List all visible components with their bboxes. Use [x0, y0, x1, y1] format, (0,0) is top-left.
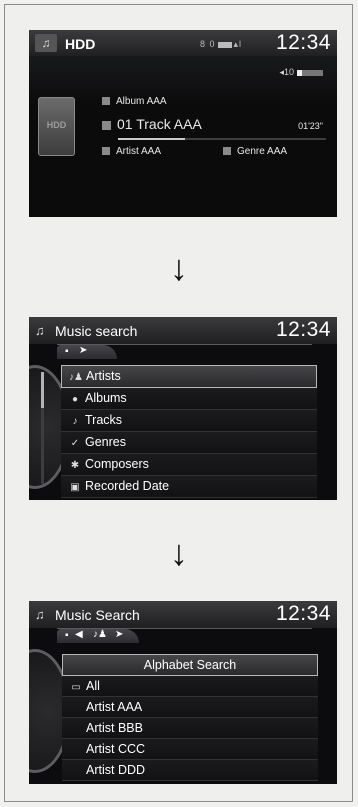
- list-item-label: Alphabet Search: [143, 658, 237, 672]
- track-line: 01 Track AAA: [102, 116, 202, 132]
- hdd-icon: HDD: [38, 97, 75, 156]
- hdd-small-icon: ▪: [65, 346, 69, 357]
- list-item-label: Composers: [85, 457, 149, 471]
- album-line: Album AAA: [102, 96, 167, 107]
- list-item-label: Recorded Date: [85, 479, 170, 493]
- track-progress-fill: [118, 138, 185, 140]
- battery-icon: [217, 41, 232, 48]
- now-playing-screen: ♫ HDD 8 0 ▴l 12:34 ◂10 HDD Album AAA 01 T…: [29, 30, 337, 217]
- all-icon: ▭: [71, 682, 81, 693]
- artist-list: Alphabet Search ▭ All Artist AAA Artist B…: [62, 654, 318, 781]
- list-item-artists[interactable]: ♪♟ Artists: [61, 365, 317, 388]
- list-item-label: Artist DDD: [86, 763, 146, 777]
- tab-hdd[interactable]: ▪ ➤: [57, 345, 117, 359]
- list-item-composers[interactable]: ✱ Composers: [61, 454, 317, 476]
- scrollbar-thumb[interactable]: [41, 372, 44, 408]
- screen-title: Music search: [55, 323, 138, 339]
- artist-search-screen: ♫ Music Search 12:34 ▪ ◀ ♪♟ ➤ Alphabet S…: [29, 601, 337, 784]
- clock: 12:34: [275, 318, 331, 341]
- list-item-all[interactable]: ▭ All: [62, 676, 318, 697]
- artist-icon: ♪♟: [93, 629, 107, 640]
- artist-icon: [102, 147, 110, 156]
- elapsed-time: 01'23": [298, 121, 323, 131]
- music-note-icon: ♫: [35, 34, 57, 52]
- music-note-icon: ♫: [35, 607, 45, 622]
- artist-line: Artist AAA: [102, 146, 161, 157]
- source-title: HDD: [65, 36, 96, 52]
- list-item-label: Artist BBB: [86, 721, 143, 735]
- list-item-artist[interactable]: Artist DDD: [62, 760, 318, 781]
- music-note-icon: ♪: [72, 416, 78, 427]
- volume-level: 10: [283, 67, 294, 77]
- breadcrumb-tabs: ▪ ◀ ♪♟ ➤: [57, 628, 312, 643]
- screen-title: Music Search: [55, 607, 140, 623]
- clock: 12:34: [275, 31, 331, 54]
- volume-bar-fill: [297, 69, 302, 76]
- signal-icon: ▴l: [233, 39, 243, 49]
- down-arrow-icon: ↓: [170, 247, 188, 288]
- chevron-right-icon: ➤: [115, 629, 124, 640]
- status-bar: ♫ HDD 8 0 ▴l 12:34: [29, 30, 337, 56]
- album-icon: [102, 97, 110, 106]
- hdd-icon-label: HDD: [46, 120, 67, 130]
- album-name: Album AAA: [116, 96, 167, 107]
- title-bar: ♫ Music Search 12:34: [29, 601, 337, 628]
- list-item-alphabet-search[interactable]: Alphabet Search: [62, 654, 318, 676]
- status-indicators: 8 0 ▴l: [200, 39, 242, 50]
- list-item-artist[interactable]: Artist AAA: [62, 697, 318, 718]
- guitar-icon: ✓: [70, 438, 80, 449]
- list-item-label: Albums: [85, 391, 127, 405]
- artist-name: Artist AAA: [116, 146, 162, 157]
- list-item-artist[interactable]: Artist BBB: [62, 718, 318, 739]
- breadcrumb-tabs: ▪ ➤: [57, 344, 312, 359]
- clock: 12:34: [275, 602, 331, 625]
- list-item-label: All: [86, 679, 100, 693]
- composer-icon: ✱: [70, 460, 80, 471]
- album-icon: ●: [71, 394, 79, 405]
- chevron-right-icon: ➤: [79, 345, 88, 356]
- genre-icon: [223, 147, 231, 156]
- volume-indicator: ◂10: [279, 67, 323, 78]
- list-item-recorded-date[interactable]: ▣ Recorded Date: [61, 476, 317, 498]
- list-item-artist[interactable]: Artist CCC: [62, 739, 318, 760]
- title-bar: ♫ Music search 12:34: [29, 317, 337, 344]
- calendar-icon: ▣: [70, 482, 80, 493]
- genre-line: Genre AAA: [223, 146, 287, 157]
- list-item-albums[interactable]: ● Albums: [61, 388, 317, 410]
- down-arrow-icon: ↓: [170, 532, 188, 573]
- list-item-label: Artists: [86, 369, 121, 383]
- status-text: 8 0: [200, 39, 216, 49]
- list-item-label: Tracks: [85, 413, 123, 427]
- list-item-label: Genres: [85, 435, 126, 449]
- scrollbar[interactable]: [41, 372, 44, 484]
- track-progress-bar: [118, 138, 326, 140]
- list-item-label: Artist AAA: [86, 700, 143, 714]
- track-icon: [102, 120, 111, 130]
- list-item-tracks[interactable]: ♪ Tracks: [61, 410, 317, 432]
- hdd-small-icon: ▪: [65, 630, 69, 641]
- track-name: 01 Track AAA: [117, 116, 202, 132]
- list-item-genres[interactable]: ✓ Genres: [61, 432, 317, 454]
- genre-name: Genre AAA: [237, 146, 288, 157]
- music-note-icon: ♫: [35, 323, 45, 338]
- list-item-label: Artist CCC: [86, 742, 146, 756]
- search-category-list: ♪♟ Artists ● Albums ♪ Tracks ✓ Genres ✱ Compo…: [61, 365, 317, 498]
- music-search-screen: ♫ Music search 12:34 ▪ ➤ ♪♟ Artists ● Albu…: [29, 317, 337, 500]
- volume-bar: [297, 69, 323, 76]
- artist-icon: ♪♟: [69, 372, 83, 383]
- chevron-left-icon: ◀: [75, 629, 83, 640]
- tab-artists[interactable]: ▪ ◀ ♪♟ ➤: [57, 629, 139, 643]
